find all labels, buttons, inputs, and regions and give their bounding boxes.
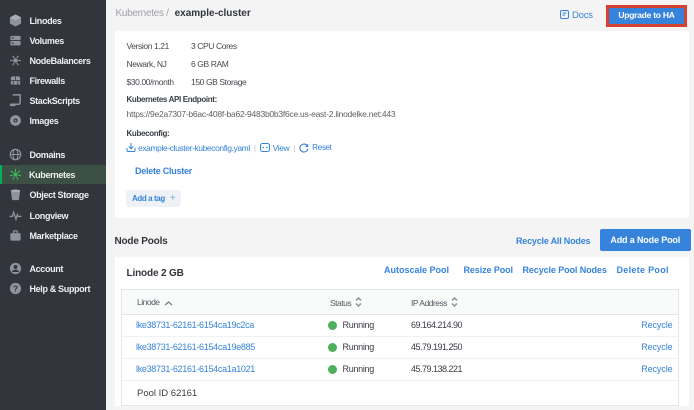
svg-text:?: ? — [13, 283, 18, 293]
